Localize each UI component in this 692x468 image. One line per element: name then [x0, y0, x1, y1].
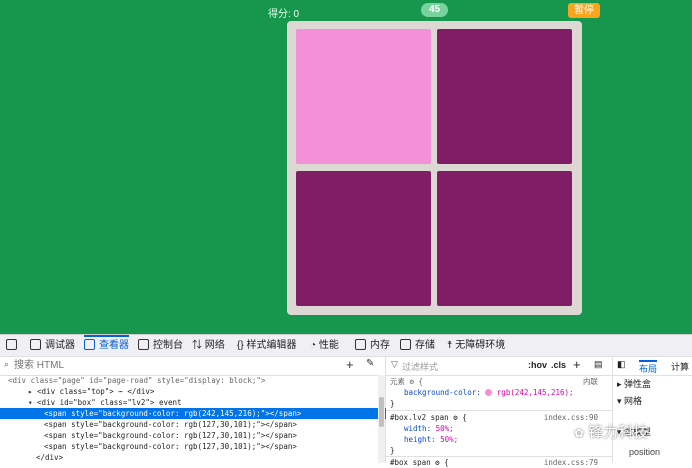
- tab-network[interactable]: ⇅ 网络: [192, 335, 225, 356]
- element-rule-selector: 元素 ⚙ {: [390, 377, 424, 386]
- markup-line[interactable]: <div class="page" id="page-road" style="…: [0, 375, 386, 386]
- color-tile[interactable]: [437, 29, 572, 164]
- markup-line-selected[interactable]: <span style="background-color: rgb(242,1…: [0, 408, 422, 419]
- markup-line[interactable]: <span style="background-color: rgb(127,3…: [0, 419, 422, 430]
- position-label: position: [629, 447, 661, 457]
- tab-storage[interactable]: 存储: [400, 335, 435, 356]
- rule-close: }: [390, 446, 395, 455]
- debugger-icon: [30, 339, 41, 350]
- css-declaration[interactable]: height: 50%;: [404, 434, 458, 445]
- markup-line[interactable]: <span style="background-color: rgb(127,3…: [0, 430, 422, 441]
- filter-styles-input[interactable]: 过滤样式: [402, 360, 438, 373]
- devtools-tabbar: 调试器 查看器 控制台 ⇅ 网络 {} 样式编辑器 ◔ 性能 内存 存储 ☨ 无…: [0, 335, 692, 357]
- tab-memory[interactable]: 内存: [355, 335, 390, 356]
- hov-toggle[interactable]: :hov: [528, 360, 547, 370]
- html-search-input[interactable]: [14, 359, 324, 372]
- watermark: ✿ 锋力科技: [574, 424, 649, 441]
- color-tile[interactable]: [437, 171, 572, 306]
- print-icon[interactable]: ▤: [594, 359, 603, 370]
- inspect-picker-icon[interactable]: [6, 335, 21, 356]
- filter-icon: ▽: [391, 359, 398, 369]
- network-icon: ⇅: [192, 340, 205, 351]
- tab-layout[interactable]: 布局: [639, 360, 658, 375]
- markup-panel: ⌕ + ✎ <div class="page" id="page-road" s…: [0, 357, 422, 463]
- color-swatch-icon[interactable]: [485, 389, 493, 396]
- rules-panel: ▽ 过滤样式 :hov .cls + ▤ 元素 ⚙ { 内联 backgroun…: [386, 357, 613, 467]
- accessibility-icon: ☨: [447, 340, 456, 351]
- memory-icon: [355, 339, 366, 350]
- tab-style-editor[interactable]: {} 样式编辑器: [237, 335, 296, 356]
- tab-debugger[interactable]: 调试器: [30, 335, 75, 356]
- stylesheet-link[interactable]: index.css:79: [544, 457, 598, 468]
- grid-section[interactable]: ▾ 网格: [617, 394, 642, 408]
- color-tile[interactable]: [296, 171, 431, 306]
- devtools-panel: 调试器 查看器 控制台 ⇅ 网络 {} 样式编辑器 ◔ 性能 内存 存储 ☨ 无…: [0, 334, 692, 467]
- wechat-icon: ✿: [574, 426, 585, 440]
- inspector-icon: [84, 339, 95, 350]
- tab-performance[interactable]: ◔ 性能: [310, 335, 339, 356]
- add-rule-icon[interactable]: +: [573, 357, 581, 372]
- markup-scrollbar[interactable]: [378, 375, 385, 463]
- inline-source: 内联: [583, 377, 598, 386]
- search-icon: ⌕: [4, 359, 10, 369]
- html-search-bar: ⌕ + ✎: [0, 357, 385, 376]
- performance-icon: ◔: [310, 340, 319, 351]
- add-node-icon[interactable]: +: [346, 357, 354, 372]
- game-area: 得分: 0 45 暂停: [0, 0, 692, 334]
- rule-selector: #box.lv2 span ⚙ {: [390, 413, 467, 422]
- css-declaration[interactable]: background-color: rgb(242,145,216);: [404, 387, 574, 398]
- tab-inspector[interactable]: 查看器: [84, 335, 129, 356]
- game-board: [287, 21, 582, 315]
- eyedropper-icon[interactable]: ✎: [366, 358, 374, 369]
- style-filter-bar: ▽ 过滤样式 :hov .cls + ▤: [386, 357, 612, 376]
- rule-selector: #box span ⚙ {: [390, 458, 449, 467]
- sidebar-toggle-icon[interactable]: ◧: [617, 359, 626, 370]
- cls-toggle[interactable]: .cls: [551, 360, 566, 370]
- color-tile[interactable]: [296, 29, 431, 164]
- css-declaration[interactable]: width: 50%;: [404, 423, 454, 434]
- timer-badge: 45: [421, 3, 448, 17]
- markup-line[interactable]: ▾ <div id="box" class="lv2"> event: [0, 397, 406, 408]
- console-icon: [138, 339, 149, 350]
- layout-panel: ◧ 布局 计算 ▸ 弹性盒 ▾ 网格 ▾ 盒模型 position: [613, 357, 692, 463]
- pause-button[interactable]: 暂停: [568, 3, 600, 18]
- markup-line[interactable]: <span style="background-color: rgb(127,3…: [0, 441, 422, 452]
- tab-accessibility[interactable]: ☨ 无障碍环境: [447, 335, 505, 356]
- flexbox-section[interactable]: ▸ 弹性盒: [617, 377, 651, 391]
- markup-line[interactable]: ▸ <div class="top"> ⋯ </div>: [0, 386, 406, 397]
- tab-computed[interactable]: 计算: [671, 360, 689, 373]
- rule-close: }: [390, 399, 395, 408]
- markup-line[interactable]: </div>: [0, 452, 414, 463]
- tab-console[interactable]: 控制台: [138, 335, 183, 356]
- score-label: 得分: 0: [268, 9, 300, 20]
- storage-icon: [400, 339, 411, 350]
- layout-tabbar: ◧ 布局 计算: [613, 357, 692, 376]
